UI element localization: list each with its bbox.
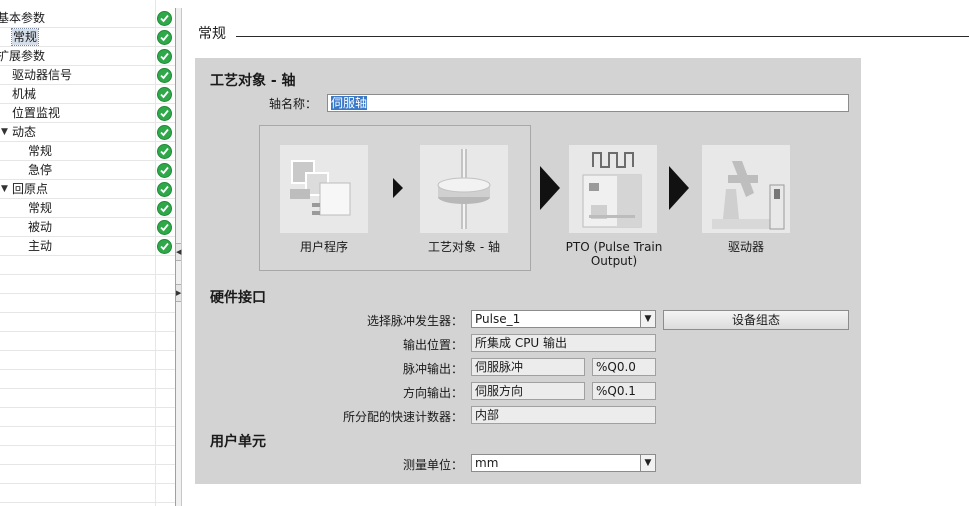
- check-icon: [157, 11, 172, 26]
- tree-item-label: 被动: [28, 220, 53, 234]
- tree-item[interactable]: 常规: [0, 142, 175, 161]
- tree-item-label: 机械: [12, 87, 37, 101]
- arrow-icon: [540, 166, 560, 210]
- empty-row: [0, 465, 175, 484]
- parameter-tree: 基本参数 常规 扩展参数 驱动器信号 机械 位置监视 ▼ 动态 常规 急停 ▼ 回原点 常规 被动 主动: [0, 0, 175, 506]
- expand-arrow-icon[interactable]: ▼: [1, 180, 8, 199]
- axis-name-value: 伺服轴: [331, 96, 368, 110]
- pulse-generator-value: Pulse_1: [475, 312, 521, 326]
- measure-unit-value: mm: [475, 456, 499, 470]
- tree-item-label: 基本参数: [0, 11, 46, 25]
- tree-item-label: 驱动器信号: [12, 68, 73, 82]
- check-icon: [157, 106, 172, 121]
- check-icon: [157, 239, 172, 254]
- pto-icon: [569, 145, 657, 233]
- tree-item[interactable]: 扩展参数: [0, 47, 175, 66]
- pulse-output-label: 脉冲输出：: [402, 362, 463, 376]
- pulse-generator-select[interactable]: Pulse_1 ▼: [471, 310, 656, 328]
- tree-item[interactable]: 常规: [0, 28, 175, 47]
- empty-row: [0, 294, 175, 313]
- tree-item-label: 位置监视: [12, 106, 61, 120]
- tree-item-label: 主动: [28, 239, 53, 253]
- settings-panel: 工艺对象 - 轴 轴名称： 伺服轴 用户程序 工艺对象 - 轴 PTO (Pul…: [195, 58, 861, 484]
- check-icon: [157, 125, 172, 140]
- tree-item[interactable]: ▼ 回原点: [0, 180, 175, 199]
- tree-item[interactable]: 急停: [0, 161, 175, 180]
- user-unit-title: 用户单元: [210, 434, 266, 450]
- tree-item-label: 急停: [28, 163, 53, 177]
- collapse-left-button[interactable]: ◀: [176, 243, 181, 261]
- output-location-label: 输出位置：: [402, 338, 463, 352]
- section-divider: [236, 36, 969, 37]
- tree-item[interactable]: 基本参数: [0, 9, 175, 28]
- hsc-label: 所分配的快速计数器：: [342, 410, 463, 424]
- drive-icon: [702, 145, 790, 233]
- empty-row: [0, 389, 175, 408]
- empty-row: [0, 351, 175, 370]
- axis-name-label: 轴名称：: [268, 97, 317, 111]
- tree-item[interactable]: 驱动器信号: [0, 66, 175, 85]
- pto-caption-line1: PTO (Pulse Train: [565, 240, 663, 254]
- expand-right-button[interactable]: ▶: [176, 284, 181, 302]
- device-config-button[interactable]: 设备组态: [663, 310, 849, 330]
- axis-name-input[interactable]: 伺服轴: [327, 94, 849, 112]
- arrow-icon: [393, 178, 403, 198]
- tree-item[interactable]: 机械: [0, 85, 175, 104]
- pulse-output-address: %Q0.0: [592, 358, 656, 376]
- check-icon: [157, 49, 172, 64]
- check-icon: [157, 201, 172, 216]
- measure-unit-label: 测量单位：: [402, 458, 463, 472]
- pto-caption-line2: Output): [590, 254, 638, 268]
- empty-row: [0, 370, 175, 389]
- tree-item-label: 扩展参数: [0, 49, 46, 63]
- direction-output-label: 方向输出：: [402, 386, 463, 400]
- check-icon: [157, 30, 172, 45]
- user-program-icon: [280, 145, 368, 233]
- empty-row: [0, 256, 175, 275]
- tree-item[interactable]: 常规: [0, 199, 175, 218]
- measure-unit-select[interactable]: mm ▼: [471, 454, 656, 472]
- axis-object-icon: [420, 145, 508, 233]
- tree-item-label: 常规: [28, 201, 53, 215]
- tree-item[interactable]: ▼ 动态: [0, 123, 175, 142]
- empty-row: [0, 332, 175, 351]
- tech-object-title: 工艺对象 - 轴: [210, 73, 296, 89]
- tree-item[interactable]: 位置监视: [0, 104, 175, 123]
- pulse-generator-label: 选择脉冲发生器：: [366, 314, 463, 328]
- check-icon: [157, 220, 172, 235]
- arrow-icon: [669, 166, 689, 210]
- check-icon: [157, 182, 172, 197]
- chevron-down-icon[interactable]: ▼: [640, 455, 655, 471]
- pulse-output-field: 伺服脉冲: [471, 358, 585, 376]
- axis-object-caption: 工艺对象 - 轴: [428, 240, 500, 254]
- tree-item-label: 常规: [10, 28, 40, 46]
- check-icon: [157, 144, 172, 159]
- direction-output-address: %Q0.1: [592, 382, 656, 400]
- hardware-interface-title: 硬件接口: [210, 290, 266, 306]
- tree-item-label: 回原点: [12, 182, 49, 196]
- empty-row: [0, 446, 175, 465]
- panel-splitter[interactable]: ◀ ▶: [175, 8, 182, 506]
- direction-output-field: 伺服方向: [471, 382, 585, 400]
- user-program-caption: 用户程序: [299, 240, 348, 254]
- empty-row: [0, 484, 175, 503]
- tree-item-label: 动态: [12, 125, 37, 139]
- check-icon: [157, 163, 172, 178]
- empty-row: [0, 313, 175, 332]
- tree-item[interactable]: 主动: [0, 237, 175, 256]
- expand-arrow-icon[interactable]: ▼: [1, 123, 8, 142]
- tree-item[interactable]: 被动: [0, 218, 175, 237]
- check-icon: [157, 68, 172, 83]
- output-location-field: 所集成 CPU 输出: [471, 334, 656, 352]
- hsc-field: 内部: [471, 406, 656, 424]
- chevron-down-icon[interactable]: ▼: [640, 311, 655, 327]
- empty-row: [0, 275, 175, 294]
- empty-row: [0, 427, 175, 446]
- check-icon: [157, 87, 172, 102]
- empty-row: [0, 408, 175, 427]
- tree-item-label: 常规: [28, 144, 53, 158]
- section-title: 常规: [198, 26, 226, 42]
- drive-caption: 驱动器: [727, 240, 764, 254]
